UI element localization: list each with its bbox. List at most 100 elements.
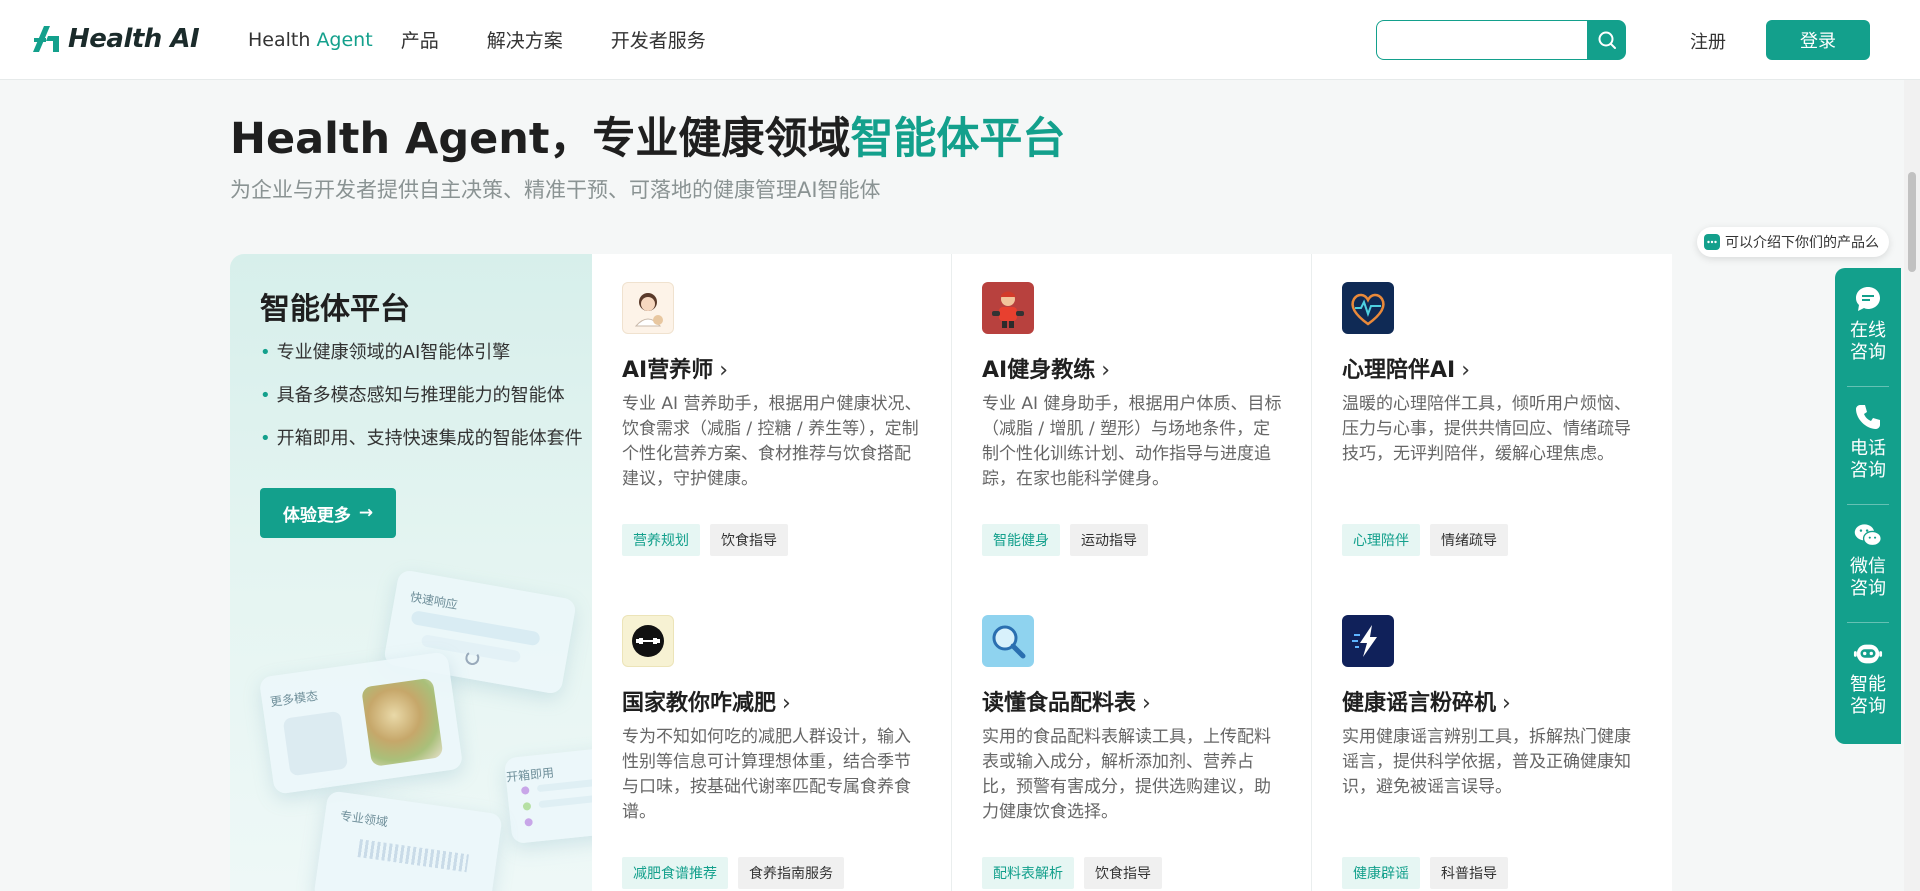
- chat-prompt-text: 可以介绍下你们的产品么: [1725, 235, 1879, 251]
- agent-card-nutritionist[interactable]: AI营养师 › 专业 AI 营养助手，根据用户健康状况、饮食需求（减脂 / 控糖 …: [592, 254, 952, 587]
- card-tag: 心理陪伴: [1342, 524, 1420, 556]
- wechat-icon: [1853, 520, 1883, 550]
- chat-prompt-bubble[interactable]: 可以介绍下你们的产品么: [1697, 227, 1889, 257]
- chevron-right-icon: ›: [1142, 691, 1151, 716]
- register-link[interactable]: 注册: [1690, 28, 1726, 54]
- panel-bullet-list: 专业健康领域的AI智能体引擎 具备多模态感知与推理能力的智能体 开箱即用、支持快…: [260, 338, 583, 467]
- online-consult-label: 在线咨询: [1850, 320, 1886, 363]
- card-tag: 配料表解析: [982, 857, 1074, 889]
- card-title-text: AI营养师: [622, 358, 714, 383]
- nutritionist-avatar-icon: [622, 282, 674, 334]
- platform-panel: 智能体平台 专业健康领域的AI智能体引擎 具备多模态感知与推理能力的智能体 开箱…: [230, 254, 592, 891]
- panel-bullet: 开箱即用、支持快速集成的智能体套件: [260, 424, 583, 450]
- nav-developer-services[interactable]: 开发者服务: [611, 26, 706, 53]
- card-title-text: 国家教你咋减肥: [622, 691, 777, 716]
- nav-products[interactable]: 产品: [401, 26, 439, 53]
- explore-more-button[interactable]: 体验更多 →: [260, 488, 396, 538]
- agent-card-fitness-coach[interactable]: AI健身教练 › 专业 AI 健身助手，根据用户体质、目标（减脂 / 增肌 / 塑…: [952, 254, 1312, 587]
- food-bowl-image: [361, 677, 444, 767]
- phone-consult-label: 电话咨询: [1850, 438, 1886, 481]
- card-title-text: 心理陪伴AI: [1342, 358, 1456, 383]
- chevron-right-icon: ›: [719, 358, 729, 383]
- online-consult-button[interactable]: 在线咨询: [1835, 268, 1901, 386]
- logo-icon: [33, 26, 59, 52]
- magnifier-icon: [982, 615, 1034, 667]
- scrollbar-thumb[interactable]: [1908, 172, 1916, 272]
- card-tags: 智能健身 运动指导: [982, 524, 1148, 556]
- search-icon: [1598, 31, 1616, 49]
- card-title-text: 健康谣言粉碎机: [1342, 691, 1497, 716]
- arrow-right-icon: →: [358, 503, 374, 523]
- search-input[interactable]: [1376, 20, 1587, 60]
- panel-bullet: 具备多模态感知与推理能力的智能体: [260, 381, 583, 407]
- page-title: Health Agent，专业健康领域智能体平台: [230, 104, 1065, 166]
- card-tag: 饮食指导: [710, 524, 788, 556]
- card-tags: 健康辟谣 科普指导: [1342, 857, 1508, 889]
- lightning-icon: [1342, 615, 1394, 667]
- nav-health-agent[interactable]: Health Agent: [248, 29, 373, 51]
- dumbbell-icon: [622, 615, 674, 667]
- card-tag: 食养指南服务: [738, 857, 844, 889]
- top-header: Health AI Health Agent 产品 解决方案 开发者服务 注册 …: [0, 0, 1920, 80]
- contact-sidebar: 在线咨询 电话咨询 微信咨询 智能咨询: [1835, 268, 1901, 744]
- login-button[interactable]: 登录: [1766, 20, 1870, 60]
- chat-bubble-icon: [1704, 234, 1720, 250]
- logo-text: Health AI: [68, 24, 200, 54]
- panel-bullet: 专业健康领域的AI智能体引擎: [260, 338, 583, 364]
- wechat-consult-button[interactable]: 微信咨询: [1835, 504, 1901, 622]
- explore-more-label: 体验更多: [282, 505, 351, 526]
- page-title-part-b: 智能体平台: [850, 114, 1066, 164]
- card-tag: 科普指导: [1430, 857, 1508, 889]
- search-button[interactable]: [1587, 20, 1626, 60]
- card-tags: 心理陪伴 情绪疏导: [1342, 524, 1508, 556]
- search-box: [1376, 20, 1626, 60]
- card-tag: 情绪疏导: [1430, 524, 1508, 556]
- card-title[interactable]: AI健身教练 ›: [982, 352, 1110, 384]
- agent-card-ingredient-reader[interactable]: 读懂食品配料表 › 实用的食品配料表解读工具，上传配料表或输入成分，解析添加剂、营…: [952, 587, 1312, 891]
- fitness-coach-icon: [982, 282, 1034, 334]
- card-tags: 配料表解析 饮食指导: [982, 857, 1162, 889]
- page-scrollbar[interactable]: [1904, 80, 1920, 891]
- agent-card-weight-loss[interactable]: 国家教你咋减肥 › 专为不知如何吃的减肥人群设计，输入性别等信息可计算理想体重，结…: [592, 587, 952, 891]
- robot-icon: [1853, 638, 1883, 668]
- card-tag: 营养规划: [622, 524, 700, 556]
- card-title[interactable]: 心理陪伴AI ›: [1342, 352, 1470, 384]
- card-tag: 饮食指导: [1084, 857, 1162, 889]
- card-title[interactable]: 健康谣言粉碎机 ›: [1342, 685, 1511, 717]
- deco-card-multimodal: [258, 651, 464, 795]
- phone-consult-button[interactable]: 电话咨询: [1835, 386, 1901, 504]
- wechat-consult-label: 微信咨询: [1850, 556, 1886, 599]
- card-description: 实用健康谣言辨别工具，拆解热门健康谣言，提供科学依据，普及正确健康知识，避免被谣…: [1342, 727, 1631, 797]
- nav-solutions[interactable]: 解决方案: [487, 26, 563, 53]
- smart-consult-label: 智能咨询: [1850, 674, 1886, 717]
- agent-cards-grid: AI营养师 › 专业 AI 营养助手，根据用户健康状况、饮食需求（减脂 / 控糖 …: [592, 254, 1672, 891]
- nav-health-agent-label-a: Health: [248, 28, 311, 51]
- agent-card-mental-companion[interactable]: 心理陪伴AI › 温暖的心理陪伴工具，倾听用户烦恼、压力与心事，提供共情回应、情绪…: [1312, 254, 1672, 587]
- card-description: 实用的食品配料表解读工具，上传配料表或输入成分，解析添加剂、营养占比，预警有害成…: [982, 727, 1271, 822]
- page-subtitle: 为企业与开发者提供自主决策、精准干预、可落地的健康管理AI智能体: [230, 178, 881, 202]
- card-description: 专为不知如何吃的减肥人群设计，输入性别等信息可计算理想体重，结合季节与口味，按基…: [622, 727, 911, 822]
- panel-title: 智能体平台: [260, 292, 410, 327]
- card-description: 专业 AI 营养助手，根据用户健康状况、饮食需求（减脂 / 控糖 / 养生等），…: [622, 394, 922, 489]
- card-title[interactable]: 国家教你咋减肥 ›: [622, 685, 791, 717]
- chevron-right-icon: ›: [1101, 358, 1111, 383]
- main-nav: Health Agent 产品 解决方案 开发者服务: [248, 26, 754, 53]
- deco-card-ready: [503, 745, 592, 845]
- card-tags: 减肥食谱推荐 食养指南服务: [622, 857, 844, 889]
- card-title-text: AI健身教练: [982, 358, 1096, 383]
- chevron-right-icon: ›: [1461, 358, 1471, 383]
- card-description: 专业 AI 健身助手，根据用户体质、目标（减脂 / 增肌 / 塑形）与场地条件，…: [982, 394, 1282, 489]
- card-description: 温暖的心理陪伴工具，倾听用户烦恼、压力与心事，提供共情回应、情绪疏导技巧，无评判…: [1342, 394, 1631, 464]
- heart-icon: [1342, 282, 1394, 334]
- phone-icon: [1853, 402, 1883, 432]
- smart-consult-button[interactable]: 智能咨询: [1835, 622, 1901, 740]
- card-tag: 减肥食谱推荐: [622, 857, 728, 889]
- logo[interactable]: Health AI: [30, 24, 200, 54]
- card-title[interactable]: 读懂食品配料表 ›: [982, 685, 1151, 717]
- deco-card-domain: [313, 790, 503, 891]
- chevron-right-icon: ›: [1502, 691, 1511, 716]
- card-tag: 智能健身: [982, 524, 1060, 556]
- agent-card-rumor-buster[interactable]: 健康谣言粉碎机 › 实用健康谣言辨别工具，拆解热门健康谣言，提供科学依据，普及正确…: [1312, 587, 1672, 891]
- chevron-right-icon: ›: [782, 691, 791, 716]
- card-title[interactable]: AI营养师 ›: [622, 352, 728, 384]
